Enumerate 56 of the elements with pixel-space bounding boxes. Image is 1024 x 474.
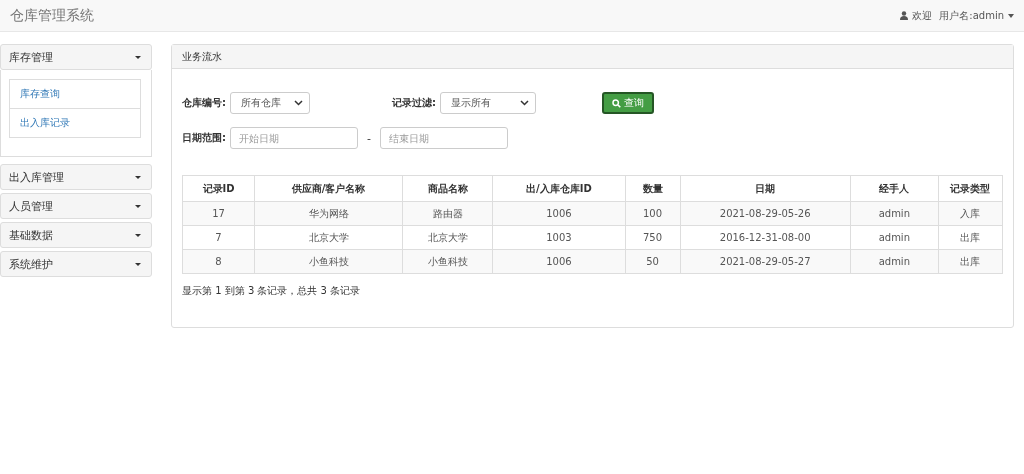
range-separator: -	[367, 131, 371, 145]
user-icon	[900, 11, 909, 20]
caret-icon	[135, 55, 141, 59]
table-cell: 8	[182, 249, 255, 274]
table-cell: 17	[182, 201, 255, 226]
table-cell: 华为网络	[254, 201, 403, 226]
table-cell: 2021-08-29-05-27	[680, 249, 851, 274]
column-header: 经手人	[850, 175, 939, 202]
caret-icon	[1008, 13, 1014, 18]
chevron-down-icon	[294, 100, 303, 106]
start-date-field[interactable]: 开始日期	[230, 127, 358, 149]
pagination-info: 显示第 1 到第 3 条记录，总共 3 条记录	[182, 284, 362, 298]
column-header: 日期	[680, 175, 851, 202]
table-cell: 7	[182, 225, 255, 250]
table-cell: 2021-08-29-05-26	[680, 201, 851, 226]
user-menu[interactable]: 用户名:admin	[939, 8, 1014, 23]
field-label: 记录过滤:	[392, 96, 437, 110]
warehouse-select[interactable]: 所有仓库	[230, 92, 310, 114]
sidebar-group[interactable]: 基础数据	[0, 222, 152, 248]
column-header: 记录ID	[182, 175, 255, 202]
submenu-link[interactable]: 出入库记录	[10, 108, 140, 137]
column-header: 数量	[625, 175, 681, 202]
table-cell: 北京大学	[402, 225, 493, 250]
sidebar-group[interactable]: 出入库管理	[0, 164, 152, 190]
column-header: 供应商/客户名称	[254, 175, 403, 202]
sidebar-group[interactable]: 库存管理	[0, 44, 152, 70]
chevron-down-icon	[520, 100, 529, 106]
sidebar-group[interactable]: 系统维护	[0, 251, 152, 277]
table-cell: 小鱼科技	[254, 249, 403, 274]
welcome-text: 欢迎	[912, 8, 933, 23]
sidebar-group[interactable]: 人员管理	[0, 193, 152, 219]
caret-icon	[135, 262, 141, 266]
search-icon	[612, 98, 621, 108]
table-cell: admin	[850, 249, 939, 274]
table-cell: 小鱼科技	[402, 249, 493, 274]
table-cell: 1006	[492, 201, 625, 226]
table-cell: 1003	[492, 225, 625, 250]
panel-title: 业务流水	[182, 49, 222, 64]
field-label: 日期范围:	[182, 131, 227, 145]
app-title: 仓库管理系统	[10, 6, 94, 25]
submenu-link[interactable]: 库存查询	[10, 80, 140, 108]
caret-icon	[135, 175, 141, 179]
record-filter-select[interactable]: 显示所有	[440, 92, 536, 114]
caret-icon	[135, 233, 141, 237]
table-cell: admin	[850, 225, 939, 250]
table-cell: 路由器	[402, 201, 493, 226]
column-header: 商品名称	[402, 175, 493, 202]
table-cell: 1006	[492, 249, 625, 274]
table-cell: admin	[850, 201, 939, 226]
table-cell: 2016-12-31-08-00	[680, 225, 851, 250]
column-header: 出/入库仓库ID	[492, 175, 625, 202]
end-date-field[interactable]: 结束日期	[380, 127, 508, 149]
table-cell: 北京大学	[254, 225, 403, 250]
caret-icon	[135, 204, 141, 208]
column-header: 记录类型	[938, 175, 1003, 202]
field-label: 仓库编号:	[182, 96, 227, 110]
